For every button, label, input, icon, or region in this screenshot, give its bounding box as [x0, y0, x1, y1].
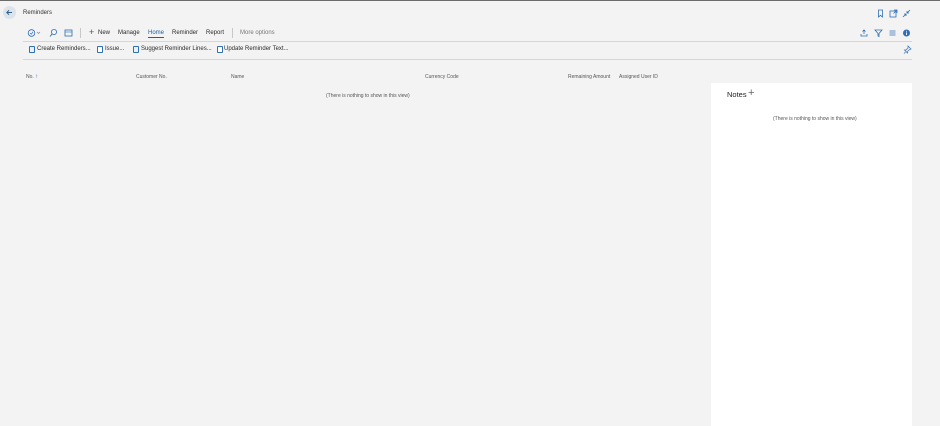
column-remaining-amount[interactable]: Remaining Amount: [568, 74, 610, 80]
suggest-reminder-lines-icon: [133, 46, 139, 53]
tab-home[interactable]: Home: [148, 30, 165, 38]
new-button[interactable]: New: [98, 30, 110, 36]
share-icon[interactable]: [860, 28, 869, 38]
title-bar: Reminders: [0, 1, 940, 25]
tab-report[interactable]: Report: [206, 30, 224, 36]
issue-icon: [97, 46, 103, 53]
back-arrow-icon[interactable]: [3, 6, 16, 19]
sort-ascending-icon: ↑: [35, 74, 39, 80]
more-options-button[interactable]: More options: [240, 30, 275, 36]
suggest-reminder-lines-button[interactable]: Suggest Reminder Lines...: [141, 46, 212, 52]
column-customer-no[interactable]: Customer No.: [136, 74, 167, 80]
bookmark-icon[interactable]: [876, 9, 885, 18]
pin-icon[interactable]: [903, 45, 912, 55]
role-center-icon[interactable]: [27, 28, 41, 38]
manage-button[interactable]: Manage: [118, 30, 140, 36]
table-header-row: No. ↑ Customer No. Name Currency Code Re…: [23, 72, 703, 82]
column-name[interactable]: Name: [231, 74, 244, 80]
issue-button[interactable]: Issue...: [105, 46, 124, 52]
new-plus-icon: +: [89, 27, 95, 37]
notes-title: Notes: [727, 90, 747, 99]
create-reminders-button[interactable]: Create Reminders...: [37, 46, 91, 52]
page-title: Reminders: [23, 10, 53, 16]
toolbar-divider: [232, 28, 233, 38]
update-reminder-text-icon: [217, 46, 223, 53]
info-icon[interactable]: [902, 28, 911, 38]
actionbar-separator: [23, 41, 912, 42]
create-reminders-icon: [29, 46, 35, 53]
column-assigned-user-id[interactable]: Assigned User ID: [619, 74, 658, 80]
tab-reminder[interactable]: Reminder: [172, 30, 198, 36]
column-no-label: No.: [26, 74, 34, 80]
list-view-icon[interactable]: [888, 28, 897, 38]
column-no[interactable]: No. ↑: [26, 74, 38, 80]
shared-folder-icon[interactable]: [64, 28, 73, 38]
filter-icon[interactable]: [874, 28, 883, 38]
toolbar-divider: [80, 28, 81, 38]
open-new-window-icon[interactable]: [889, 9, 898, 18]
collapse-icon[interactable]: [902, 9, 911, 18]
action-bar: + New Manage Home Reminder Report More o…: [23, 25, 912, 41]
subbar-separator: [23, 59, 912, 60]
notes-factbox: Notes + (There is nothing to show in thi…: [711, 83, 912, 426]
table-empty-message: (There is nothing to show in this view): [326, 93, 410, 99]
update-reminder-text-button[interactable]: Update Reminder Text...: [224, 46, 289, 52]
add-note-icon[interactable]: +: [748, 88, 754, 99]
column-currency-code[interactable]: Currency Code: [425, 74, 459, 80]
search-icon[interactable]: [49, 28, 58, 38]
sub-action-bar: Create Reminders... Issue... Suggest Rem…: [23, 44, 912, 57]
notes-empty-message: (There is nothing to show in this view): [773, 116, 857, 122]
